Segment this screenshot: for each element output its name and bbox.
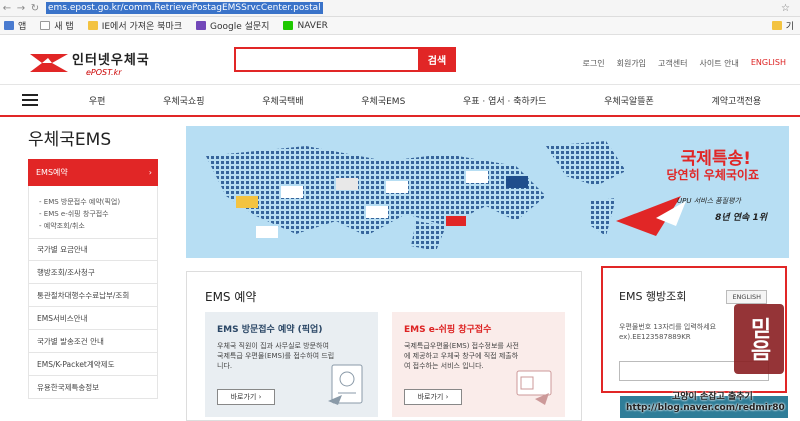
panel-title: EMS 예약 bbox=[205, 290, 257, 304]
ems-reservation-panel: EMS 예약 EMS 방문접수 예약 (픽업) 우체국 직원이 집과 사무실로 … bbox=[186, 271, 582, 421]
english-link[interactable]: ENGLISH bbox=[751, 58, 786, 69]
logo-subtitle: ePOST.kr bbox=[86, 68, 122, 77]
apps-icon bbox=[4, 21, 14, 30]
bookmarks-bar: 앱 새 탭 IE에서 가져온 북마크 Google 설문지 NAVER 기 bbox=[0, 17, 800, 35]
reload-icon[interactable]: ↻ bbox=[28, 3, 42, 14]
nav-item-mail[interactable]: 우편 bbox=[89, 94, 106, 107]
sidebar-item-contract[interactable]: EMS/K-Packet계약제도 bbox=[28, 353, 158, 376]
browser-toolbar: ← → ↻ ems.epost.go.kr/comm.RetrievePosta… bbox=[0, 0, 800, 17]
go-button[interactable]: 바로가기 › bbox=[217, 389, 275, 405]
folder-icon bbox=[771, 21, 782, 30]
page-icon bbox=[40, 21, 51, 30]
subitem-pickup[interactable]: - EMS 방문접수 예약(픽업) bbox=[39, 196, 157, 208]
subitem-check-cancel[interactable]: - 예약조회/취소 bbox=[39, 220, 157, 232]
nav-item-ems[interactable]: 우체국EMS bbox=[361, 94, 405, 107]
chevron-right-icon: › bbox=[148, 168, 152, 177]
sidebar-item-conditions[interactable]: 국가별 발송조건 안내 bbox=[28, 330, 158, 353]
sidebar-item-rates[interactable]: 국가별 요금안내 bbox=[28, 238, 158, 261]
banner-subtitle: 당연히 우체국이죠 bbox=[666, 168, 760, 182]
blog-watermark-title: 고양이 손잡고 출추기 bbox=[672, 392, 753, 402]
back-icon[interactable]: ← bbox=[0, 3, 14, 14]
address-bar[interactable]: ems.epost.go.kr/comm.RetrievePostagEMSSr… bbox=[46, 2, 323, 14]
nav-item-stamps[interactable]: 우표 · 엽서 · 축하카드 bbox=[463, 94, 546, 107]
subitem-eshipping[interactable]: - EMS e-쉬핑 창구접수 bbox=[39, 208, 157, 220]
nav-item-parcel[interactable]: 우체국택배 bbox=[262, 94, 303, 107]
nav-item-mobile[interactable]: 우체국알뜰폰 bbox=[604, 94, 654, 107]
signup-link[interactable]: 회원가입 bbox=[617, 58, 646, 69]
sidebar-item-ems-reservation[interactable]: EMS예약 › bbox=[28, 159, 158, 186]
bookmark-ie-folder[interactable]: IE에서 가져온 북마크 bbox=[87, 19, 182, 32]
sidebar-title: 우체국EMS bbox=[28, 130, 112, 150]
bookmark-star-icon[interactable]: ☆ bbox=[781, 3, 790, 14]
post-wing-logo-icon bbox=[30, 54, 68, 72]
google-forms-icon bbox=[196, 21, 207, 30]
sidebar-item-customs[interactable]: 통관절차대행수수료납부/조회 bbox=[28, 284, 158, 307]
go-button[interactable]: 바로가기 › bbox=[404, 389, 462, 405]
bookmark-apps[interactable]: 앱 bbox=[4, 19, 26, 32]
banner-note: UPU 서비스 품질평가 bbox=[677, 197, 741, 205]
sidebar: 우체국EMS EMS예약 › - EMS 방문접수 예약(픽업) - EMS e… bbox=[28, 125, 158, 399]
naver-icon bbox=[283, 21, 294, 30]
card-title: EMS e-쉬핑 창구접수 bbox=[404, 325, 492, 335]
banner-award: 8년 연속 1위 bbox=[715, 213, 767, 223]
site-guide-link[interactable]: 사이트 안내 bbox=[700, 58, 739, 69]
forward-icon[interactable]: → bbox=[14, 3, 28, 14]
seal-stamp: 믿음 bbox=[734, 304, 784, 374]
pickup-card[interactable]: EMS 방문접수 예약 (픽업) 우체국 직원이 집과 사무실로 방문하여 국제… bbox=[205, 312, 378, 417]
sidebar-subitems: - EMS 방문접수 예약(픽업) - EMS e-쉬핑 창구접수 - 예약조회… bbox=[28, 186, 158, 238]
site-header: 인터넷우체국 ePOST.kr 검색 로그인 회원가입 고객센터 사이트 안내 … bbox=[0, 35, 800, 85]
folder-icon bbox=[87, 21, 98, 30]
utility-links: 로그인 회원가입 고객센터 사이트 안내 ENGLISH bbox=[571, 58, 787, 69]
customer-center-link[interactable]: 고객센터 bbox=[658, 58, 687, 69]
epost-logo[interactable]: 인터넷우체국 ePOST.kr bbox=[28, 48, 178, 78]
nav-item-shopping[interactable]: 우체국쇼핑 bbox=[163, 94, 204, 107]
card-description: 우체국 직원이 집과 사무실로 방문하여 국제특급 우편물(EMS)를 접수하여… bbox=[217, 342, 335, 370]
eshipping-card[interactable]: EMS e-쉬핑 창구접수 국제특급우편물(EMS) 접수정보를 사전에 제공하… bbox=[392, 312, 565, 417]
passport-icon bbox=[328, 364, 363, 405]
bookmark-naver[interactable]: NAVER bbox=[283, 21, 328, 31]
card-description: 국제특급우편물(EMS) 접수정보를 사전에 제공하고 우체국 창구에 직접 제… bbox=[404, 342, 519, 370]
boarding-pass-icon bbox=[516, 370, 552, 405]
menu-icon[interactable] bbox=[0, 93, 60, 108]
login-link[interactable]: 로그인 bbox=[583, 58, 605, 69]
main-nav: 우편 우체국쇼핑 우체국택배 우체국EMS 우표 · 엽서 · 축하카드 우체국… bbox=[0, 85, 800, 117]
card-title: EMS 방문접수 예약 (픽업) bbox=[217, 325, 323, 335]
bookmark-other[interactable]: 기 bbox=[771, 19, 794, 32]
promo-banner[interactable]: 국제특송! 당연히 우체국이죠 UPU 서비스 품질평가 8년 연속 1위 bbox=[186, 126, 789, 258]
nav-item-contract[interactable]: 계약고객전용 bbox=[711, 94, 761, 107]
site-search: 검색 bbox=[234, 47, 456, 72]
bookmark-new-tab[interactable]: 새 탭 bbox=[40, 19, 74, 32]
sidebar-item-useful-info[interactable]: 유용한국제특송정보 bbox=[28, 376, 158, 399]
sidebar-item-service-info[interactable]: EMS서비스안내 bbox=[28, 307, 158, 330]
search-button[interactable]: 검색 bbox=[418, 47, 456, 72]
search-input[interactable] bbox=[234, 47, 418, 72]
english-button[interactable]: ENGLISH bbox=[726, 290, 767, 304]
blog-watermark-url: http://blog.naver.com/redmir80 bbox=[626, 403, 785, 413]
sidebar-item-tracking[interactable]: 행방조회/조사청구 bbox=[28, 261, 158, 284]
bookmark-google-forms[interactable]: Google 설문지 bbox=[196, 19, 269, 32]
url-text: ems.epost.go.kr/comm.RetrievePostagEMSSr… bbox=[46, 2, 323, 14]
logo-title: 인터넷우체국 bbox=[72, 53, 150, 68]
